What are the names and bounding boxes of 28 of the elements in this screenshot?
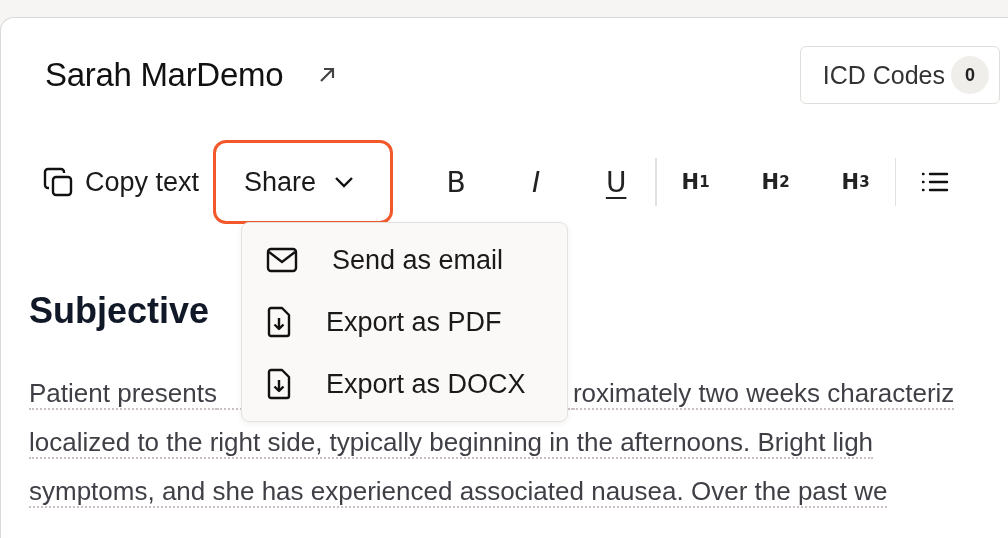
menu-item[interactable]: Send as email	[242, 229, 567, 291]
paragraph-text: roximately two weeks characteriz	[572, 378, 955, 410]
paragraph-text: symptoms, and she has experienced associated nausea. Over the past we	[29, 476, 888, 508]
chevron-down-icon	[334, 176, 355, 188]
copy-icon	[43, 167, 73, 197]
italic-button[interactable]: I	[496, 157, 577, 207]
count-badge: 0	[951, 56, 989, 94]
list-icon	[921, 171, 950, 193]
patient-name: Sarah MarDemo	[45, 56, 284, 94]
icd-codes-button[interactable]: ICD Codes 0	[799, 46, 1000, 104]
share-button[interactable]: Share	[213, 140, 394, 224]
icd-codes-label: ICD Codes	[822, 60, 945, 90]
menu-item-label: Export as DOCX	[326, 368, 526, 400]
bold-button[interactable]: B	[416, 157, 497, 207]
menu-item[interactable]: Export as DOCX	[242, 353, 567, 415]
section-heading: Subjective	[29, 290, 210, 332]
file-download-icon	[266, 306, 292, 338]
menu-item[interactable]: Export as PDF	[242, 291, 567, 353]
file-download-icon	[266, 368, 292, 400]
share-label: Share	[244, 166, 317, 198]
copy-text-label: Copy text	[85, 166, 200, 198]
paragraph-text: Patient presents	[29, 378, 217, 410]
mail-icon	[266, 247, 298, 273]
menu-item-label: Send as email	[332, 244, 504, 276]
paragraph-text: localized to the right side, typically beginning in the afternoons. Bright ligh	[29, 427, 874, 459]
menu-item-label: Export as PDF	[326, 306, 502, 338]
copy-text-button[interactable]: Copy text	[43, 166, 200, 198]
underline-button[interactable]: U	[576, 157, 657, 207]
